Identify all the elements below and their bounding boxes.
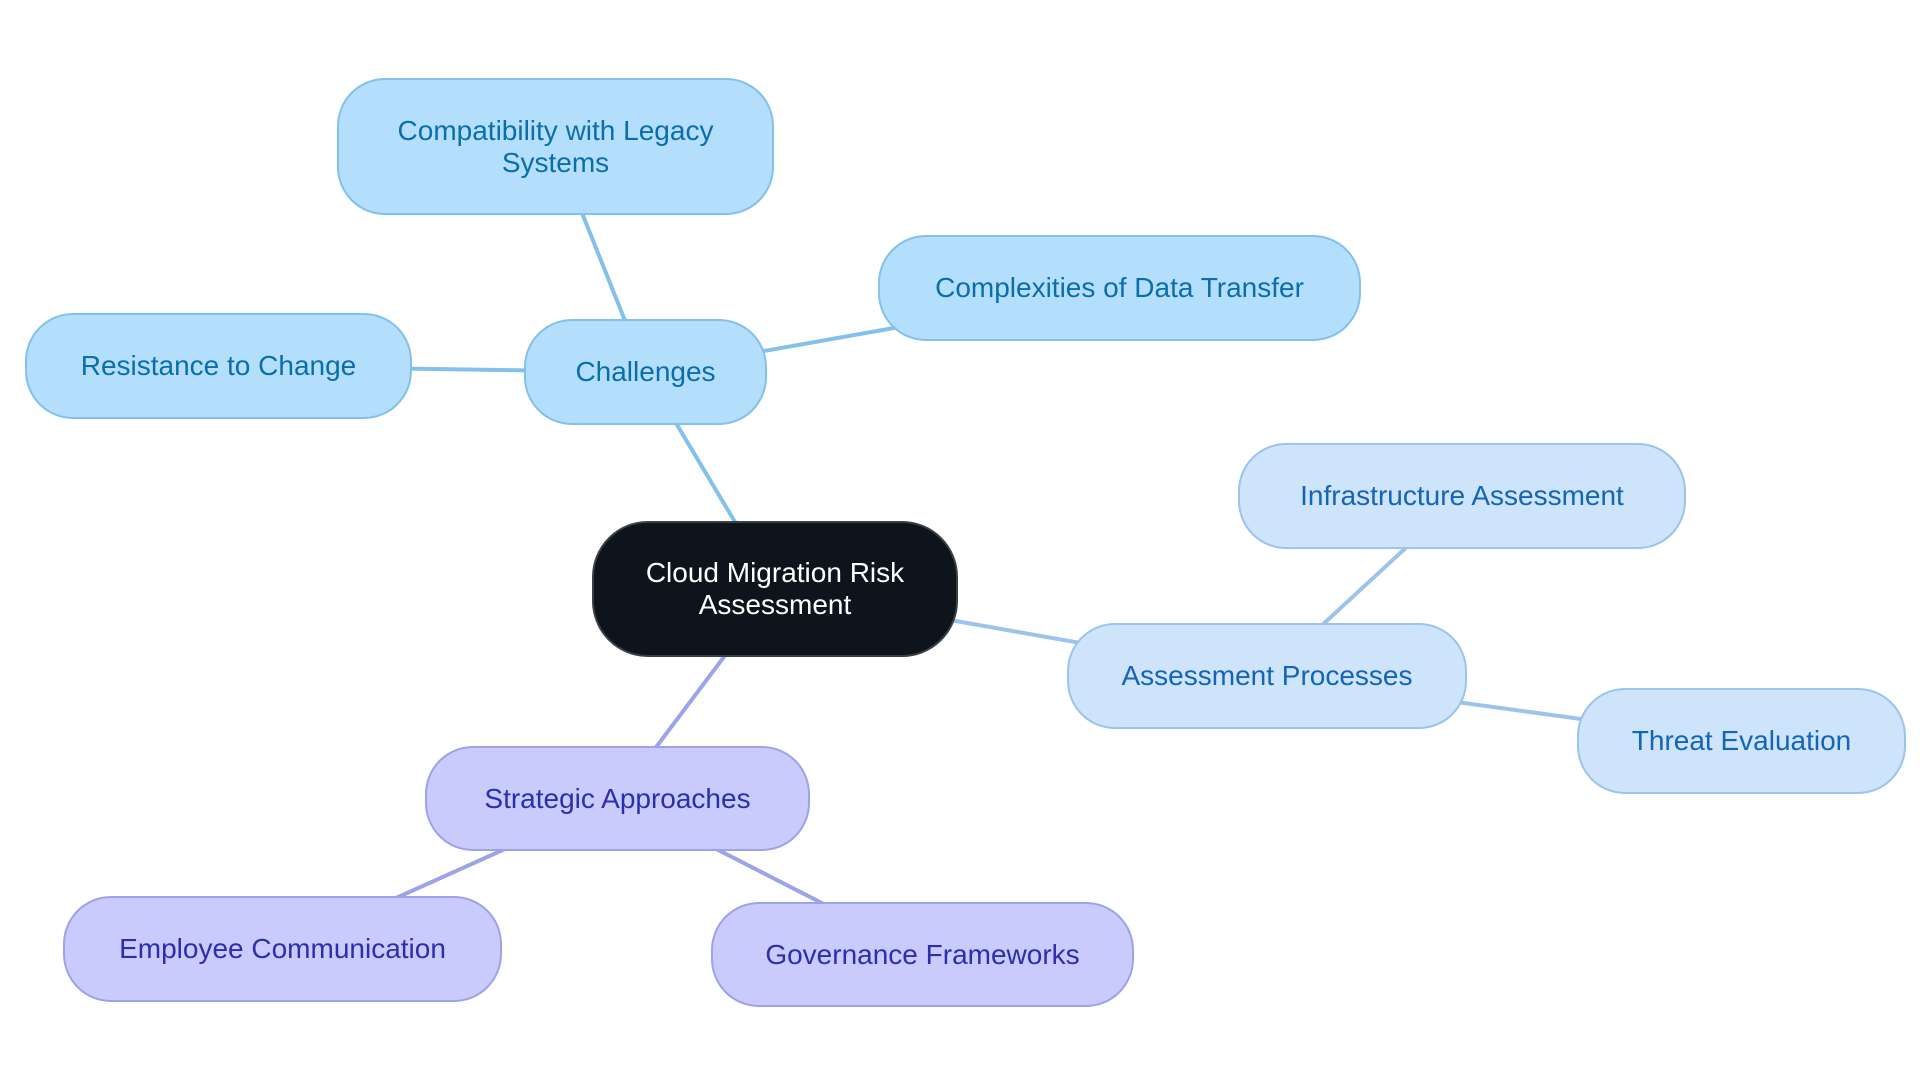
node-label: Strategic Approaches — [484, 782, 751, 814]
node-label: Resistance to Change — [80, 350, 357, 381]
node-label: Complexities of Data Transfer — [935, 272, 1304, 303]
node-governance-frameworks[interactable]: Governance Frameworks — [711, 902, 1134, 1007]
node-label: Infrastructure Assessment — [1300, 480, 1624, 511]
node-challenges[interactable]: Challenges — [524, 319, 767, 425]
node-employee-communication[interactable]: Employee Communication — [63, 896, 502, 1002]
node-label: Assessment Processes — [1121, 660, 1413, 691]
node-compatibility-with-legacy-systems[interactable]: Compatibility with Legacy Systems — [337, 78, 774, 215]
node-label: Governance Frameworks — [765, 938, 1080, 970]
node-threat-evaluation[interactable]: Threat Evaluation — [1577, 688, 1906, 794]
node-assessment-processes[interactable]: Assessment Processes — [1067, 623, 1467, 729]
node-label: Threat Evaluation — [1631, 725, 1852, 756]
node-complexities-of-data-transfer[interactable]: Complexities of Data Transfer — [878, 235, 1361, 341]
node-infrastructure-assessment[interactable]: Infrastructure Assessment — [1238, 443, 1686, 549]
node-strategic-approaches[interactable]: Strategic Approaches — [425, 746, 810, 851]
root-node-label: Cloud Migration Risk Assessment — [645, 557, 905, 620]
node-label: Compatibility with Legacy Systems — [397, 114, 714, 178]
node-resistance-to-change[interactable]: Resistance to Change — [25, 313, 412, 419]
node-label: Challenges — [575, 356, 716, 387]
node-label: Employee Communication — [119, 933, 446, 964]
root-node[interactable]: Cloud Migration Risk Assessment — [592, 521, 958, 657]
